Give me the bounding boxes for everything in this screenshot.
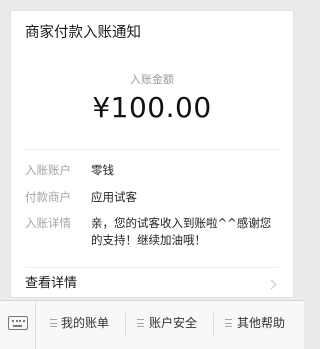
info-key: 入账账户 bbox=[25, 163, 71, 177]
menu-item-label: 账户安全 bbox=[149, 316, 198, 330]
menu-item-label: 其他帮助 bbox=[237, 316, 286, 330]
menu-separator bbox=[125, 313, 126, 337]
info-value: 应用试客 bbox=[91, 190, 137, 204]
info-value: 亲，您的试客收入到账啦^^感谢您的支持！继续加油哦！ bbox=[91, 216, 272, 247]
menu-list-icon bbox=[50, 319, 57, 328]
card-title: 商家付款入账通知 bbox=[25, 25, 141, 41]
view-details-label: 查看详情 bbox=[25, 276, 78, 291]
divider bbox=[25, 149, 279, 150]
keyboard-icon bbox=[8, 316, 28, 330]
amount-label: 入账金额 bbox=[130, 73, 174, 86]
menu-list-icon bbox=[137, 319, 144, 328]
notification-card: 商家付款入账通知 入账金额 ¥100.00 入账账户 零钱 付款商户 应用试客 … bbox=[10, 10, 294, 298]
info-key: 入账详情 bbox=[25, 216, 71, 230]
menu-item-my-bills[interactable]: 我的账单 bbox=[36, 301, 125, 349]
info-key: 付款商户 bbox=[25, 190, 71, 204]
info-value: 零钱 bbox=[91, 163, 114, 177]
menu-separator bbox=[213, 313, 214, 337]
menu-item-label: 我的账单 bbox=[61, 316, 110, 330]
menu-list-icon bbox=[225, 319, 232, 328]
menu-item-account-security[interactable]: 账户安全 bbox=[125, 301, 213, 349]
chevron-right-icon bbox=[266, 279, 277, 290]
bottom-menu-bar: 我的账单 账户安全 其他帮助 bbox=[0, 300, 304, 349]
menu-item-other-help[interactable]: 其他帮助 bbox=[213, 301, 304, 349]
amount-value: ¥100.00 bbox=[92, 91, 212, 124]
keyboard-toggle-button[interactable] bbox=[0, 301, 36, 349]
divider bbox=[25, 267, 279, 268]
view-details-link[interactable]: 查看详情 bbox=[11, 269, 293, 299]
